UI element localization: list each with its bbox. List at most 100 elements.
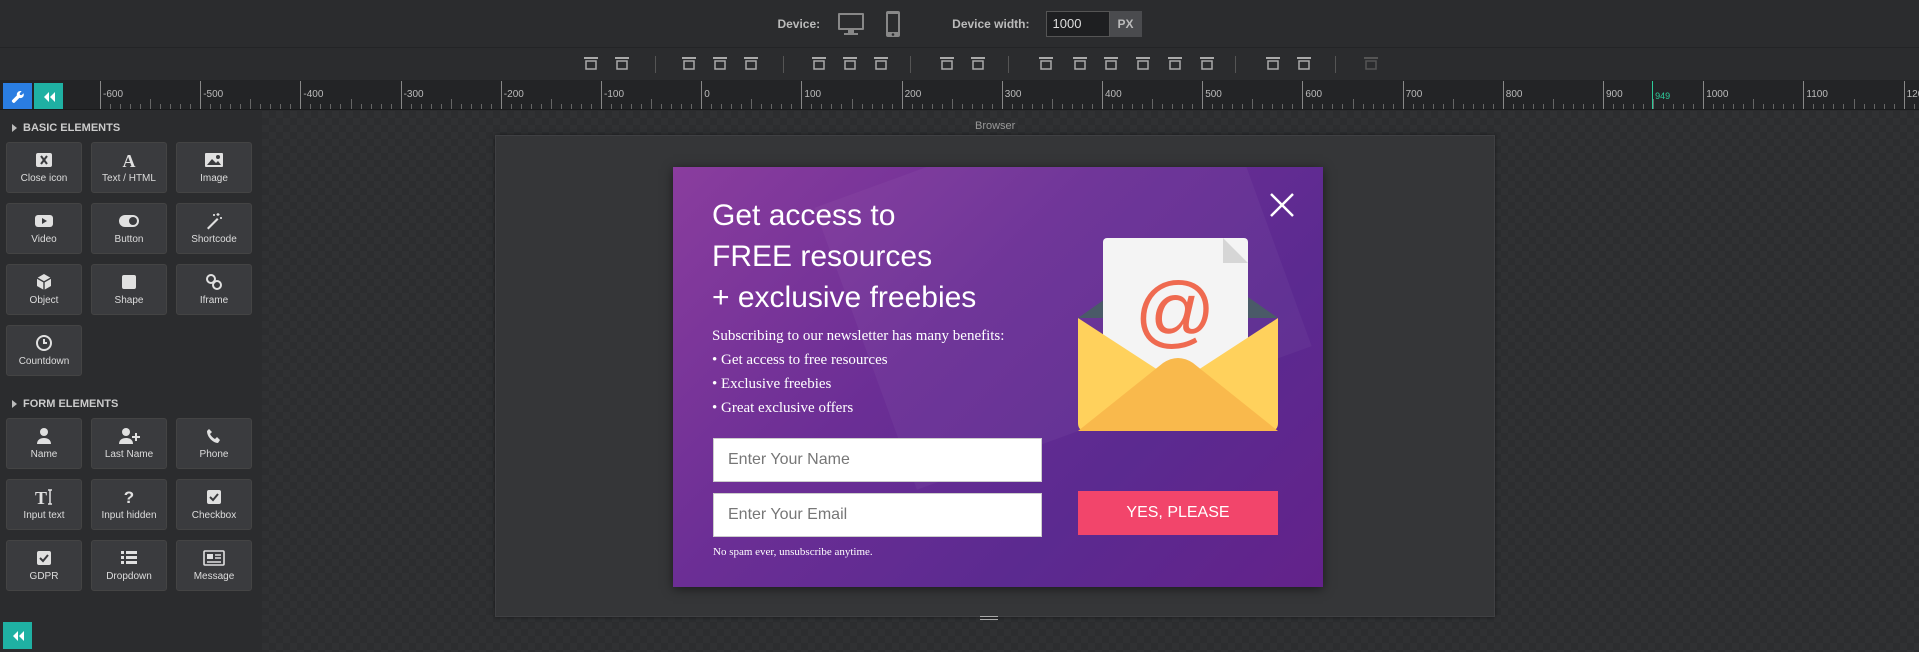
- user-icon: [36, 427, 52, 445]
- rewind-button[interactable]: [34, 83, 63, 109]
- tile-label: Text / HTML: [102, 173, 156, 184]
- element-tile-checkbox[interactable]: Checkbox: [176, 479, 252, 530]
- tile-label: Iframe: [199, 295, 229, 306]
- device-label: Device:: [777, 16, 821, 31]
- image-icon: [204, 151, 224, 169]
- tile-label: Object: [29, 295, 59, 306]
- ruler-label: -600: [103, 89, 124, 100]
- device-width-label: Device width:: [952, 16, 1030, 31]
- element-tile-name[interactable]: Name: [6, 418, 82, 469]
- collapse-sidebar-button[interactable]: [3, 622, 32, 649]
- align-top-icon[interactable]: [810, 55, 828, 73]
- ruler-label: -500: [203, 89, 224, 100]
- ruler-label: 500: [1205, 89, 1222, 100]
- ruler-label: -300: [403, 89, 424, 100]
- popup-headline: Get access to FREE resources + exclusive…: [712, 199, 977, 314]
- element-tile-iframe[interactable]: Iframe: [176, 264, 252, 315]
- benefits-title: Subscribing to our newsletter has many b…: [712, 328, 1005, 344]
- align-center-h-icon[interactable]: [711, 55, 729, 73]
- expand-h-icon[interactable]: [1264, 55, 1282, 73]
- fit-h-icon[interactable]: [1166, 55, 1184, 73]
- envelope-icon: @: [1078, 238, 1278, 431]
- resize-handle[interactable]: [980, 616, 998, 624]
- element-tile-message[interactable]: Message: [176, 540, 252, 591]
- name-input[interactable]: [713, 438, 1042, 482]
- close-icon[interactable]: [1268, 191, 1296, 219]
- align-center-v-icon[interactable]: [841, 55, 859, 73]
- send-back-icon[interactable]: [613, 55, 631, 73]
- undo-icon[interactable]: [1362, 55, 1380, 73]
- tile-label: Shortcode: [191, 234, 237, 245]
- text-icon: A: [120, 151, 138, 169]
- link-icon: [205, 273, 223, 291]
- element-tile-shortcode[interactable]: Shortcode: [176, 203, 252, 254]
- svg-text:T: T: [35, 488, 47, 506]
- fit-v-icon[interactable]: [1198, 55, 1216, 73]
- element-tile-close-icon[interactable]: Close icon: [6, 142, 82, 193]
- align-right-icon[interactable]: [742, 55, 760, 73]
- ruler-label: 0: [704, 89, 710, 100]
- align-bottom-icon[interactable]: [872, 55, 890, 73]
- element-tile-image[interactable]: Image: [176, 142, 252, 193]
- distribute-h-icon[interactable]: [938, 55, 956, 73]
- cube-icon: [35, 273, 53, 291]
- ruler-label: 600: [1305, 89, 1323, 100]
- tile-label: Checkbox: [191, 510, 237, 521]
- wrench-button[interactable]: [3, 83, 32, 109]
- magic-wand-icon: [205, 212, 223, 230]
- svg-text:A: A: [123, 151, 136, 169]
- position-marker: [1652, 81, 1654, 109]
- ruler-label: 400: [1105, 89, 1122, 100]
- basic-elements-header[interactable]: BASIC ELEMENTS: [12, 122, 120, 134]
- ruler-label: 1000: [1706, 89, 1729, 100]
- text-cursor-icon: T: [33, 488, 55, 506]
- desktop-icon[interactable]: [836, 9, 866, 39]
- svg-text:?: ?: [124, 488, 134, 506]
- tile-label: Close icon: [20, 173, 68, 184]
- move-left-icon[interactable]: [1037, 55, 1055, 73]
- checkbox-icon: [36, 549, 52, 567]
- element-tile-input-hidden[interactable]: ? Input hidden: [91, 479, 167, 530]
- element-tile-button[interactable]: Button: [91, 203, 167, 254]
- bring-front-icon[interactable]: [582, 55, 600, 73]
- element-tile-dropdown[interactable]: Dropdown: [91, 540, 167, 591]
- svg-text:@: @: [1134, 266, 1215, 355]
- device-width-input[interactable]: [1045, 10, 1110, 37]
- distribute-v-icon[interactable]: [969, 55, 987, 73]
- element-tile-text-html[interactable]: A Text / HTML: [91, 142, 167, 193]
- align-left-icon[interactable]: [680, 55, 698, 73]
- move-right-icon[interactable]: [1071, 55, 1089, 73]
- email-input[interactable]: [713, 493, 1042, 537]
- benefit-item: • Get access to free resources: [712, 352, 888, 368]
- form-elements-header[interactable]: FORM ELEMENTS: [12, 398, 118, 410]
- element-tile-phone[interactable]: Phone: [176, 418, 252, 469]
- ruler-ticks: -600 -500 -400 -300 -200 -100 0 100 200 300 400 500…: [64, 81, 1919, 109]
- element-tile-object[interactable]: Object: [6, 264, 82, 315]
- ruler-label: -400: [303, 89, 324, 100]
- tile-label: Message: [193, 571, 235, 582]
- element-tile-shape[interactable]: Shape: [91, 264, 167, 315]
- element-tile-gdpr[interactable]: GDPR: [6, 540, 82, 591]
- element-tile-last-name[interactable]: Last Name: [91, 418, 167, 469]
- unit-badge: PX: [1109, 10, 1142, 37]
- element-tile-countdown[interactable]: Countdown: [6, 325, 82, 376]
- tile-label: Shape: [114, 295, 144, 306]
- move-up-icon[interactable]: [1102, 55, 1120, 73]
- clock-icon: [35, 334, 53, 352]
- element-tile-input-text[interactable]: T Input text: [6, 479, 82, 530]
- square-icon: [121, 273, 137, 291]
- tile-label: Last Name: [104, 449, 154, 460]
- move-down-icon[interactable]: [1134, 55, 1152, 73]
- phone-icon: [206, 427, 222, 445]
- ruler-label: 1100: [1806, 89, 1828, 100]
- tile-label: Input text: [23, 510, 65, 521]
- element-tile-video[interactable]: Video: [6, 203, 82, 254]
- ruler-label: -200: [503, 89, 524, 100]
- subscribe-button[interactable]: YES, PLEASE: [1078, 491, 1278, 535]
- tile-label: Phone: [199, 449, 229, 460]
- question-icon: ?: [122, 488, 136, 506]
- tile-label: Dropdown: [106, 571, 152, 582]
- expand-v-icon[interactable]: [1295, 55, 1313, 73]
- close-box-icon: [35, 151, 53, 169]
- mobile-icon[interactable]: [878, 9, 908, 39]
